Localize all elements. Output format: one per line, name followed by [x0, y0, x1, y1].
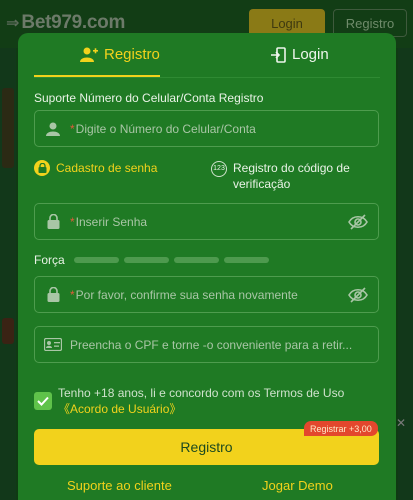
confirm-placeholder: *Por favor, confirme sua senha novamente	[70, 287, 298, 302]
checkmark-icon	[37, 396, 49, 406]
add-user-icon	[80, 47, 98, 62]
auth-tabs: Registro Login	[18, 33, 396, 79]
phone-account-input[interactable]: *Digite o Número do Celular/Conta	[34, 110, 379, 147]
cpf-placeholder: Preencha o CPF e torne -o conveniente pa…	[70, 337, 353, 352]
account-section-label: Suporte Número do Celular/Conta Registro	[34, 91, 264, 105]
register-bonus-badge: Registrar +3,00	[304, 421, 378, 436]
terms-agreement: Tenho +18 anos, li e concordo com os Ter…	[34, 385, 379, 417]
play-demo-link[interactable]: Jogar Demo	[262, 478, 333, 493]
lock-icon	[34, 160, 50, 176]
strength-bar	[124, 257, 169, 263]
tabs-divider	[34, 77, 380, 78]
user-agreement-link[interactable]: 《Acordo de Usuário》	[58, 402, 181, 416]
strength-bar	[74, 257, 119, 263]
register-modal: Registro Login Suporte Número do Celular…	[18, 33, 396, 500]
tab-login-label: Login	[292, 46, 329, 63]
strength-label: Força	[34, 253, 65, 267]
id-card-icon	[44, 336, 62, 354]
customer-support-link[interactable]: Suporte ao cliente	[67, 478, 172, 493]
tab-register-label: Registro	[104, 46, 160, 63]
tab-register[interactable]: Registro	[80, 46, 160, 63]
lock-icon	[44, 286, 62, 304]
password-input[interactable]: *Inserir Senha	[34, 203, 379, 240]
background-right-strip	[398, 48, 413, 500]
option-code-label: Registro do código de verificação	[233, 161, 350, 191]
cpf-input[interactable]: Preencha o CPF e torne -o conveniente pa…	[34, 326, 379, 363]
phone-placeholder: *Digite o Número do Celular/Conta	[70, 121, 256, 136]
close-icon[interactable]: ✕	[396, 416, 406, 430]
login-door-icon	[271, 46, 286, 63]
brand-name: Bet979.com	[21, 12, 126, 33]
strength-bar	[174, 257, 219, 263]
brand-logo: ⇒ Bet979.com	[6, 12, 125, 34]
option-password-register[interactable]: Cadastro de senha	[34, 160, 157, 176]
user-icon	[44, 120, 62, 138]
password-placeholder: *Inserir Senha	[70, 214, 148, 229]
numeric-code-icon: 123	[211, 161, 227, 177]
terms-checkbox[interactable]	[34, 392, 52, 410]
terms-text: Tenho +18 anos, li e concordo com os Ter…	[58, 386, 345, 416]
background-left-strip	[0, 48, 16, 500]
eye-off-icon[interactable]	[348, 213, 368, 231]
login-arrow-icon: ⇒	[6, 15, 20, 32]
lock-icon	[44, 213, 62, 231]
option-password-label: Cadastro de senha	[56, 161, 158, 175]
eye-off-icon[interactable]	[348, 286, 368, 304]
confirm-password-input[interactable]: *Por favor, confirme sua senha novamente	[34, 276, 379, 313]
option-code-register[interactable]: 123 Registro do código de verificação	[211, 160, 381, 192]
tab-login[interactable]: Login	[270, 46, 329, 63]
strength-bar	[224, 257, 269, 263]
password-strength-meter	[74, 257, 269, 263]
